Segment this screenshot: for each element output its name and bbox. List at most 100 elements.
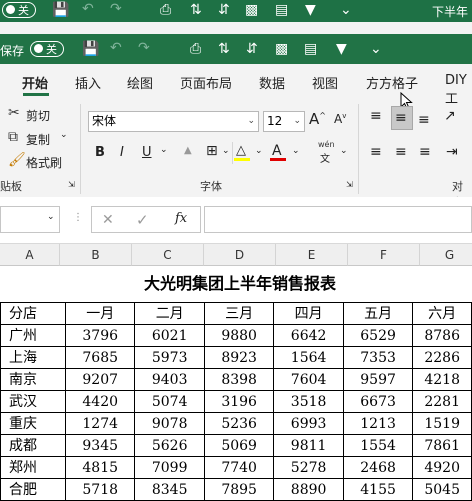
orientation-icon[interactable]: ↗ [444, 108, 456, 124]
cell[interactable]: 7895 [203, 478, 275, 501]
cancel-icon[interactable]: ✕ [102, 212, 114, 228]
cut-button[interactable]: 剪切 [26, 107, 50, 124]
cell[interactable]: 3796 [64, 324, 136, 347]
cell[interactable]: 4155 [342, 478, 414, 501]
redo-icon[interactable]: ↷ [110, 1, 122, 17]
tab-data[interactable]: 数据 [259, 73, 285, 92]
tab-page-layout[interactable]: 页面布局 [180, 73, 232, 92]
customize-qat-icon[interactable]: ⌄ [370, 41, 382, 57]
cell[interactable]: 6993 [273, 412, 344, 435]
cell[interactable]: 8890 [273, 478, 344, 501]
sort-icon[interactable]: ⇅ [190, 2, 202, 18]
insert-function-icon[interactable]: fx [175, 211, 187, 226]
column-header-a[interactable]: A [0, 244, 60, 266]
underline-dropdown-icon[interactable]: ⌄ [160, 145, 168, 155]
cell[interactable]: 9345 [64, 434, 136, 457]
align-bottom-icon[interactable]: ≡ [418, 112, 430, 128]
cell[interactable]: 9811 [273, 434, 344, 457]
cell[interactable]: 4218 [412, 368, 472, 391]
format-painter-button[interactable]: 格式刷 [26, 154, 62, 171]
cell[interactable]: 1274 [64, 412, 136, 435]
cell[interactable]: 1213 [342, 412, 414, 435]
column-header-f[interactable]: F [348, 244, 420, 266]
cell[interactable]: 4420 [64, 390, 136, 413]
cell[interactable]: 9078 [134, 412, 205, 435]
quick-print-icon[interactable]: ▩ [275, 41, 288, 57]
cell[interactable]: 7099 [134, 456, 205, 479]
cell[interactable]: 1519 [412, 412, 472, 435]
underline-icon[interactable]: U [142, 145, 152, 160]
increase-font-icon[interactable]: A^ [309, 110, 326, 128]
save-icon[interactable]: 💾 [52, 2, 69, 18]
phonetic-guide-icon[interactable]: wén [318, 140, 335, 149]
cell[interactable]: 4920 [412, 456, 472, 479]
chart-icon[interactable]: ▤ [304, 41, 317, 57]
cell[interactable]: 郑州 [0, 456, 66, 479]
cell[interactable]: 3196 [203, 390, 275, 413]
name-box[interactable]: ⌄ [0, 206, 60, 233]
cell[interactable]: 3518 [273, 390, 344, 413]
cell[interactable]: 重庆 [0, 412, 66, 435]
copy-button[interactable]: 复制 [26, 131, 50, 148]
sort-icon[interactable]: ⇅ [218, 41, 230, 57]
cell[interactable]: 8786 [412, 324, 472, 347]
font-color-icon[interactable]: A [272, 143, 282, 159]
tab-home[interactable]: 开始 [22, 73, 48, 92]
cell[interactable]: 8923 [203, 346, 275, 369]
borders-icon[interactable]: ⊞ [206, 143, 218, 159]
grow-font-icon[interactable]: ▲ [184, 145, 192, 156]
header-cell[interactable]: 五月 [342, 302, 414, 325]
cell[interactable]: 9880 [203, 324, 275, 347]
font-launcher-icon[interactable]: ⇲ [346, 180, 353, 189]
cell[interactable]: 6529 [342, 324, 414, 347]
column-header-b[interactable]: B [60, 244, 132, 266]
font-name-select[interactable]: 宋体 ⌄ [88, 111, 259, 132]
cell[interactable]: 5045 [412, 478, 472, 501]
tab-insert[interactable]: 插入 [75, 73, 101, 92]
borders-dropdown-icon[interactable]: ⌄ [222, 146, 230, 156]
undo-icon[interactable]: ↶ [82, 1, 94, 17]
column-header-c[interactable]: C [132, 244, 204, 266]
cell[interactable]: 9403 [134, 368, 205, 391]
header-cell[interactable]: 分店 [0, 302, 66, 325]
align-left-icon[interactable]: ≡ [370, 144, 382, 160]
undo-icon[interactable]: ↶ [110, 40, 122, 56]
italic-icon[interactable]: I [120, 145, 124, 160]
cell[interactable]: 5626 [134, 434, 205, 457]
cell[interactable]: 8398 [203, 368, 275, 391]
align-center-icon[interactable]: ≡ [395, 144, 407, 160]
cell[interactable]: 1554 [342, 434, 414, 457]
header-cell[interactable]: 六月 [412, 302, 472, 325]
cell[interactable]: 6021 [134, 324, 205, 347]
header-cell[interactable]: 二月 [134, 302, 205, 325]
column-header-d[interactable]: D [204, 244, 276, 266]
quick-print-icon[interactable]: ▩ [245, 2, 258, 18]
cell[interactable]: 5278 [273, 456, 344, 479]
align-right-icon[interactable]: ≡ [419, 144, 431, 160]
tab-draw[interactable]: 绘图 [127, 73, 153, 92]
redo-icon[interactable]: ↷ [138, 40, 150, 56]
filter-icon[interactable]: ▼ [336, 41, 347, 57]
cell[interactable]: 南京 [0, 368, 66, 391]
cell[interactable]: 9597 [342, 368, 414, 391]
header-cell[interactable]: 四月 [273, 302, 344, 325]
cell[interactable]: 4815 [64, 456, 136, 479]
cell[interactable]: 5718 [64, 478, 136, 501]
cell[interactable]: 7353 [342, 346, 414, 369]
cell[interactable]: 6642 [273, 324, 344, 347]
font-color-dropdown-icon[interactable]: ⌄ [292, 146, 300, 156]
cell[interactable]: 成都 [0, 434, 66, 457]
header-cell[interactable]: 三月 [203, 302, 275, 325]
cell[interactable]: 6673 [342, 390, 414, 413]
cell[interactable]: 7604 [273, 368, 344, 391]
bold-icon[interactable]: B [95, 145, 105, 160]
cell[interactable]: 7740 [203, 456, 275, 479]
cell[interactable]: 合肥 [0, 478, 66, 501]
decrease-font-icon[interactable]: Av [334, 112, 346, 126]
print-preview-icon[interactable]: ⎙ [190, 41, 201, 57]
cell[interactable]: 5236 [203, 412, 275, 435]
fill-color-icon[interactable]: △ [236, 143, 246, 158]
cell[interactable]: 1564 [273, 346, 344, 369]
indent-icon[interactable]: ⇥ [446, 144, 458, 160]
phonetic-dropdown-icon[interactable]: ⌄ [340, 146, 348, 156]
